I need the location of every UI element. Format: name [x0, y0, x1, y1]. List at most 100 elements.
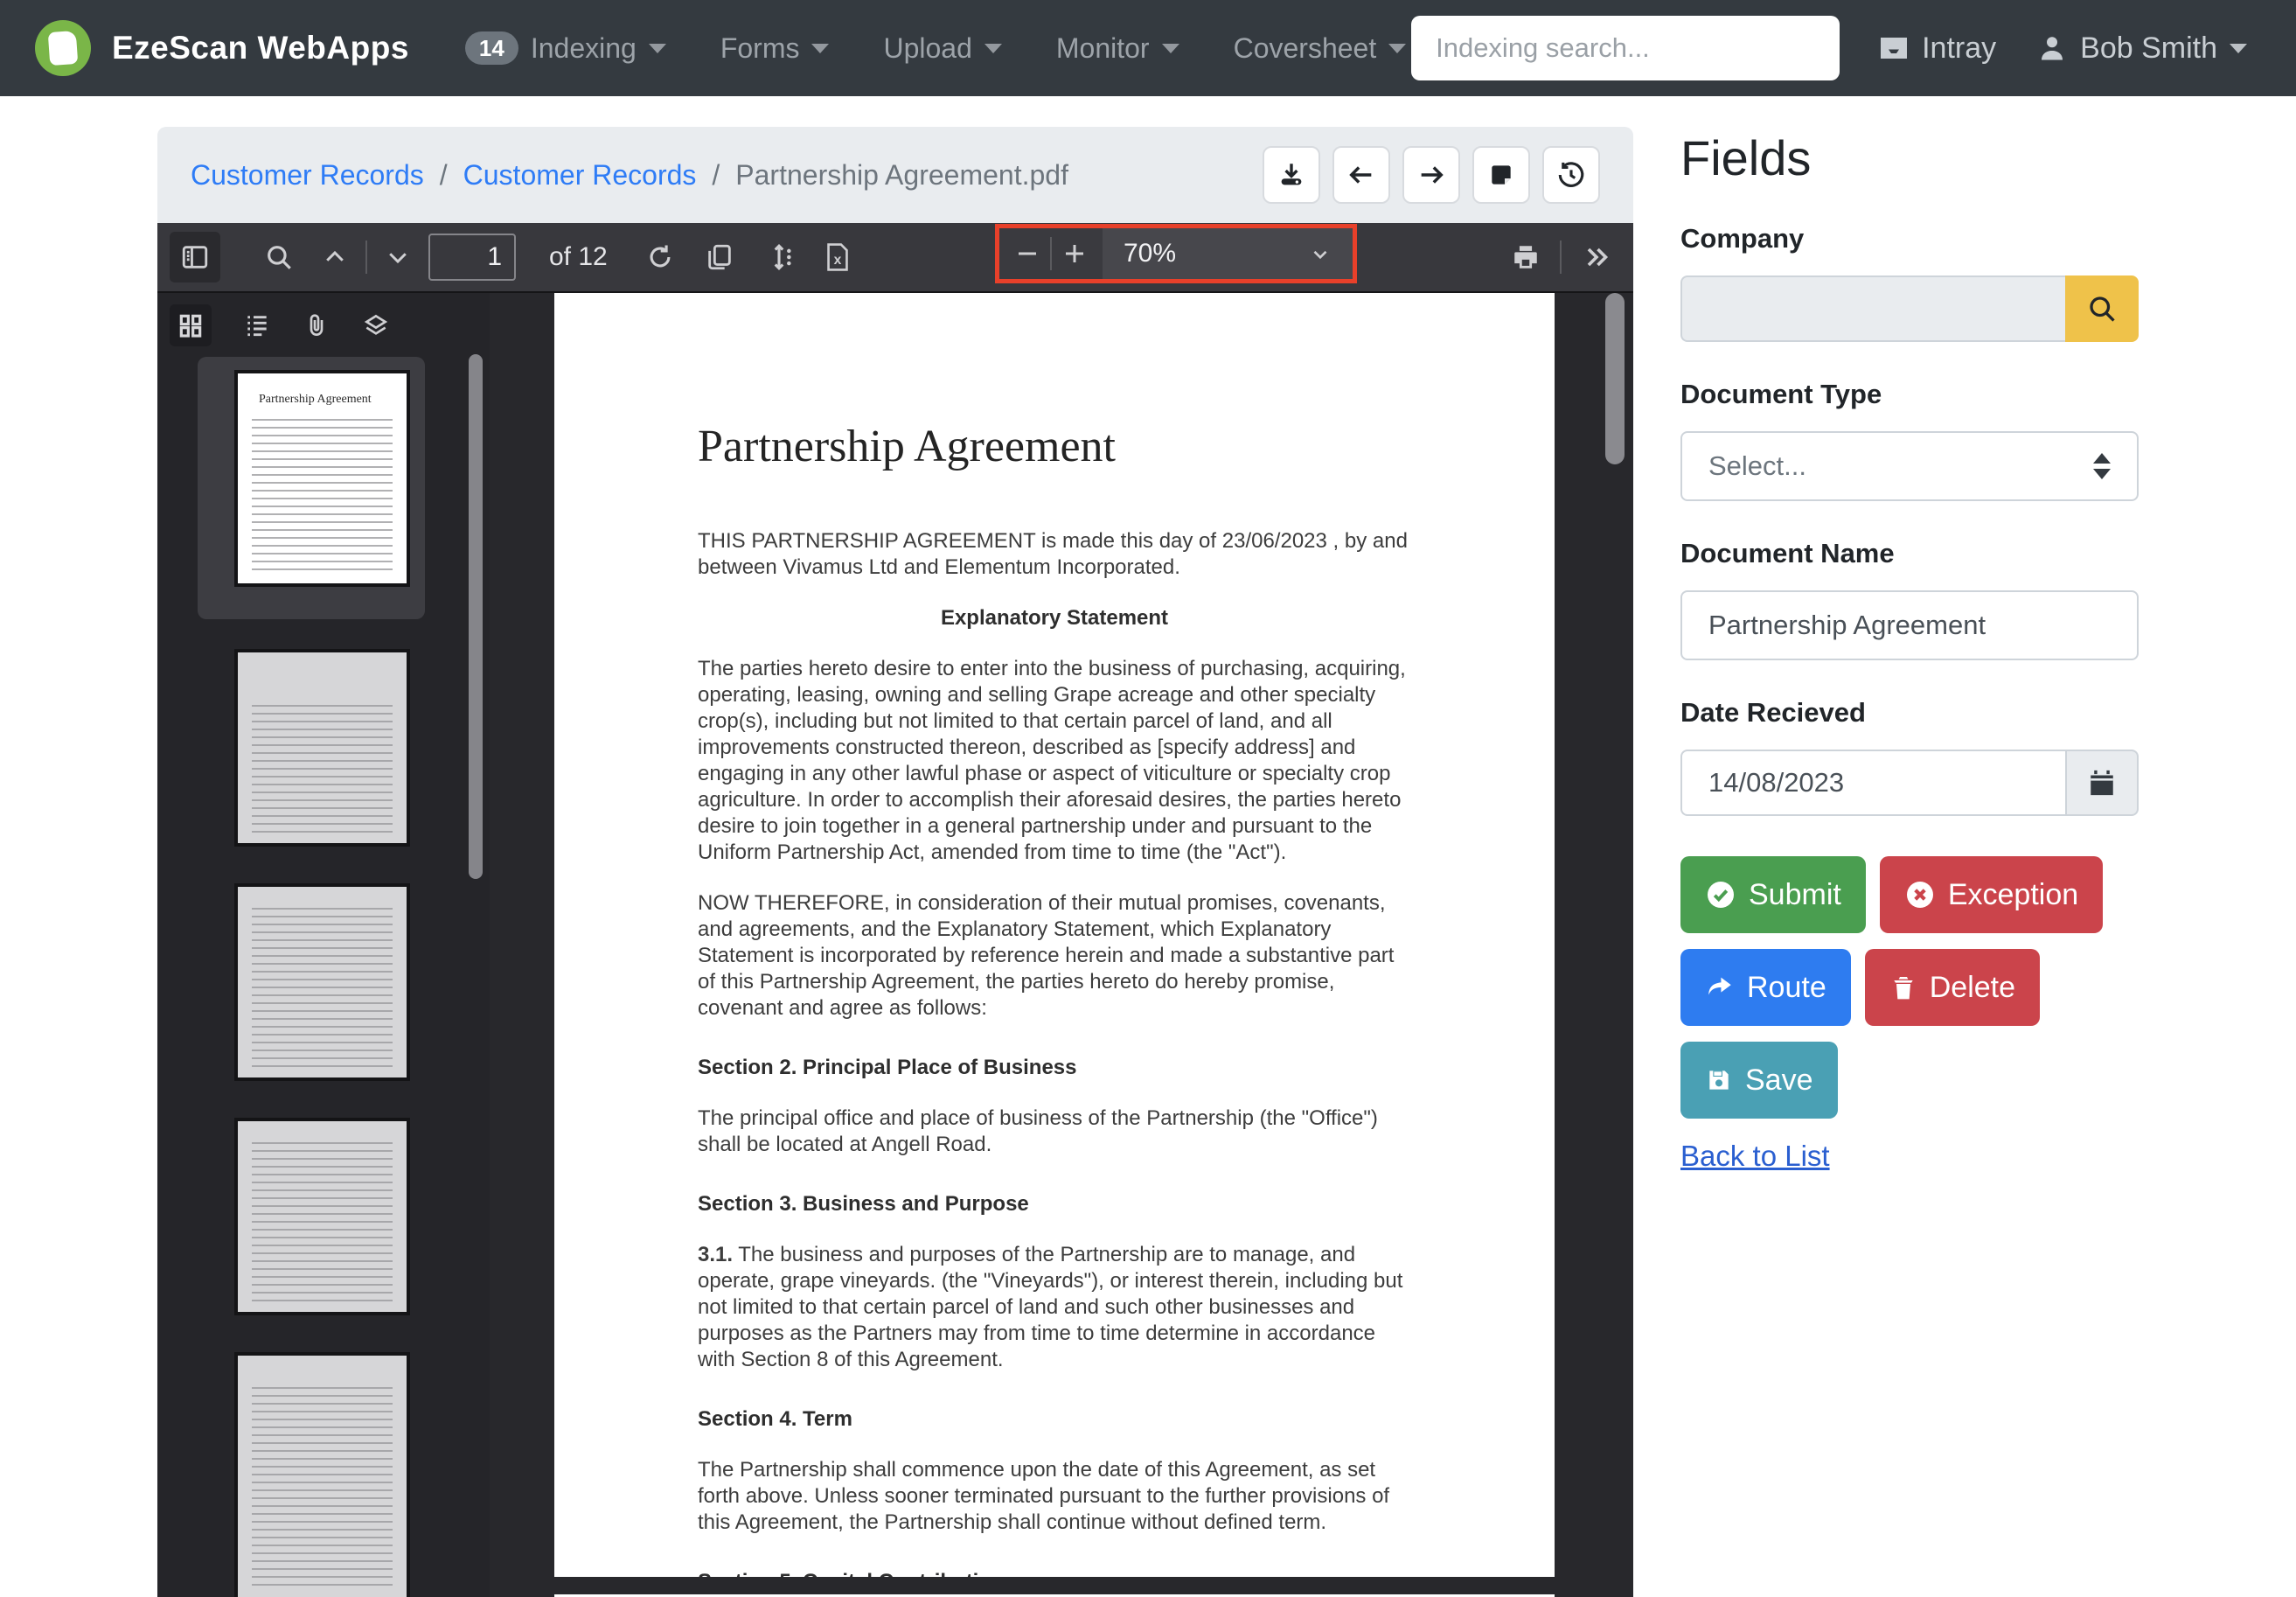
scroll-mode-button[interactable]	[764, 242, 794, 272]
exception-button[interactable]: Exception	[1880, 856, 2103, 933]
nav-menu-coversheet[interactable]: Coversheet	[1234, 32, 1407, 65]
paperclip-icon	[303, 311, 330, 339]
thumbnail-page-3[interactable]	[234, 883, 410, 1081]
sidebar-scrollbar[interactable]	[469, 354, 483, 879]
next-document-button[interactable]	[1402, 146, 1460, 204]
nav-menu-forms[interactable]: Forms	[720, 32, 830, 65]
export-file-button[interactable]: x	[824, 242, 852, 272]
document-actions	[1263, 146, 1600, 204]
company-search-button[interactable]	[2065, 275, 2139, 342]
document-type-select[interactable]: Select...	[1680, 431, 2139, 501]
chevron-down-icon	[984, 44, 1002, 53]
zoom-out-button[interactable]	[1005, 228, 1050, 279]
page-number-input[interactable]	[428, 234, 516, 281]
breadcrumb-link-customer-records-2[interactable]: Customer Records	[463, 159, 697, 192]
document-type-value: Select...	[1708, 450, 1806, 482]
print-icon	[1511, 242, 1541, 272]
document-name-input[interactable]	[1680, 590, 2139, 660]
zoom-level-value: 70%	[1124, 239, 1176, 268]
breadcrumb-separator: /	[440, 159, 448, 192]
history-button[interactable]	[1542, 146, 1600, 204]
zoom-level-dropdown[interactable]: 70%	[1103, 228, 1353, 279]
breadcrumb-link-customer-records[interactable]: Customer Records	[191, 159, 424, 192]
vertical-scroll-icon	[764, 242, 794, 272]
date-received-input[interactable]	[1680, 750, 2065, 816]
document-heading: Section 2. Principal Place of Business	[698, 1055, 1411, 1081]
date-received-label: Date Recieved	[1680, 697, 2170, 729]
thumbnail-page-2[interactable]	[234, 649, 410, 847]
save-button[interactable]: Save	[1680, 1042, 1838, 1119]
divider	[365, 241, 367, 274]
double-chevron-right-icon	[1581, 241, 1612, 273]
thumbnail-text-lines	[252, 1387, 393, 1592]
delete-button[interactable]: Delete	[1865, 949, 2040, 1026]
thumbnail-page-1[interactable]: Partnership Agreement	[234, 370, 410, 587]
pdf-page-1: Partnership Agreement THIS PARTNERSHIP A…	[554, 293, 1555, 1577]
brand-name: EzeScan WebApps	[112, 30, 409, 66]
nav-menu-label: Coversheet	[1234, 32, 1377, 65]
download-icon	[1277, 160, 1306, 190]
document-name-label: Document Name	[1680, 538, 2170, 569]
chevron-down-icon	[649, 44, 666, 53]
find-button[interactable]	[264, 242, 294, 272]
layers-icon	[362, 311, 390, 339]
nav-menu-monitor[interactable]: Monitor	[1056, 32, 1179, 65]
nav-menu-label: Forms	[720, 32, 800, 65]
breadcrumb-current-file: Partnership Agreement.pdf	[735, 159, 1068, 192]
save-icon	[1705, 1066, 1733, 1094]
copy-pages-button[interactable]	[705, 242, 734, 272]
document-scrollbar[interactable]	[1605, 293, 1625, 464]
submit-button[interactable]: Submit	[1680, 856, 1866, 933]
download-button[interactable]	[1263, 146, 1320, 204]
previous-page-button[interactable]	[322, 244, 348, 270]
layers-view-button[interactable]	[362, 311, 390, 339]
pdf-viewer-body: Partnership Agreement Partnership Agreem…	[157, 293, 1633, 1597]
nav-menu-label: Monitor	[1056, 32, 1150, 65]
thumbnail-page-4[interactable]	[234, 1118, 410, 1315]
fields-panel-title: Fields	[1680, 129, 2170, 186]
document-heading: Explanatory Statement	[698, 605, 1411, 631]
intray-button[interactable]: Intray	[1878, 31, 1996, 66]
save-label: Save	[1745, 1064, 1813, 1098]
select-arrows-icon	[2093, 453, 2111, 479]
chevron-up-icon	[322, 244, 348, 270]
thumbnail-text-lines	[252, 419, 393, 573]
indexing-count-badge: 14	[465, 31, 518, 65]
back-to-list-link[interactable]: Back to List	[1680, 1140, 1830, 1173]
nav-menu-label: Upload	[883, 32, 971, 65]
sidebar-icon	[180, 242, 210, 272]
company-input[interactable]	[1680, 275, 2065, 342]
x-circle-icon	[1904, 879, 1936, 910]
document-viewer-card: Customer Records / Customer Records / Pa…	[157, 127, 1633, 1597]
route-button[interactable]: Route	[1680, 949, 1851, 1026]
print-button[interactable]	[1511, 242, 1541, 272]
thumbnail-page-5[interactable]	[234, 1352, 410, 1597]
notes-button[interactable]	[1472, 146, 1530, 204]
toggle-sidebar-button[interactable]	[170, 232, 220, 282]
thumbnails-view-button[interactable]	[170, 304, 212, 346]
date-picker-button[interactable]	[2065, 750, 2139, 816]
zoom-annotation-box: 70%	[995, 224, 1357, 283]
pdf-toolbar: of 12	[157, 223, 1633, 293]
nav-menu-upload[interactable]: Upload	[883, 32, 1001, 65]
indexing-search-input[interactable]	[1411, 16, 1840, 80]
brand[interactable]: EzeScan WebApps	[35, 20, 409, 76]
search-icon	[2086, 293, 2118, 324]
secondary-toolbar-toggle[interactable]	[1581, 241, 1612, 273]
zoom-in-button[interactable]	[1052, 228, 1097, 279]
user-menu[interactable]: Bob Smith	[2036, 31, 2247, 66]
submit-label: Submit	[1749, 878, 1841, 912]
outline-icon	[243, 311, 271, 339]
next-page-button[interactable]	[385, 244, 411, 270]
attachments-view-button[interactable]	[303, 311, 330, 339]
nav-menu-indexing[interactable]: 14 Indexing	[465, 31, 666, 65]
chevron-down-icon	[811, 44, 829, 53]
rotate-clockwise-icon	[645, 242, 675, 272]
exception-label: Exception	[1948, 878, 2078, 912]
previous-document-button[interactable]	[1332, 146, 1390, 204]
document-heading: Section 5. Capital Contribution	[698, 1569, 1411, 1577]
clause-number: 3.1.	[698, 1243, 733, 1266]
rotate-button[interactable]	[645, 242, 675, 272]
date-field-group	[1680, 750, 2139, 816]
outline-view-button[interactable]	[243, 311, 271, 339]
